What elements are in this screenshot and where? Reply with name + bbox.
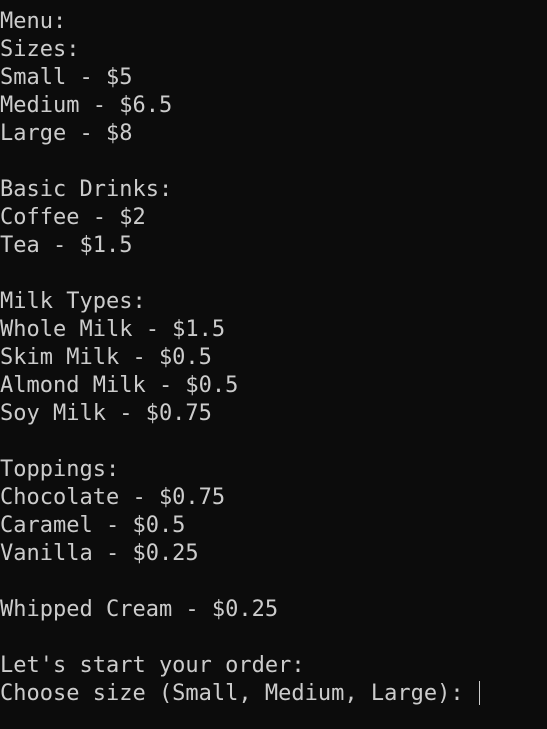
toppings-heading: Toppings: [0, 457, 120, 482]
input-line[interactable]: Choose size (Small, Medium, Large): [0, 680, 547, 708]
order-start-message: Let's start your order: [0, 653, 305, 678]
milk-types-heading: Milk Types: [0, 289, 146, 314]
sizes-heading: Sizes: [0, 37, 80, 62]
topping-option-vanilla: Vanilla - $0.25 [0, 541, 199, 566]
size-option-small: Small - $5 [0, 65, 133, 90]
drink-option-coffee: Coffee - $2 [0, 205, 146, 230]
text-cursor[interactable] [478, 681, 480, 705]
topping-option-chocolate: Chocolate - $0.75 [0, 485, 226, 510]
milk-option-almond: Almond Milk - $0.5 [0, 373, 239, 398]
topping-option-caramel: Caramel - $0.5 [0, 513, 186, 538]
whipped-cream-option: Whipped Cream - $0.25 [0, 597, 279, 622]
drink-option-tea: Tea - $1.5 [0, 233, 133, 258]
milk-option-skim: Skim Milk - $0.5 [0, 345, 212, 370]
size-option-large: Large - $8 [0, 121, 133, 146]
basic-drinks-heading: Basic Drinks: [0, 177, 173, 202]
milk-option-whole: Whole Milk - $1.5 [0, 317, 226, 342]
size-prompt: Choose size (Small, Medium, Large): [0, 681, 477, 706]
milk-option-soy: Soy Milk - $0.75 [0, 401, 212, 426]
menu-heading: Menu: [0, 9, 67, 34]
size-option-medium: Medium - $6.5 [0, 93, 173, 118]
terminal-window[interactable]: Menu: Sizes: Small - $5 Medium - $6.5 La… [0, 8, 547, 729]
